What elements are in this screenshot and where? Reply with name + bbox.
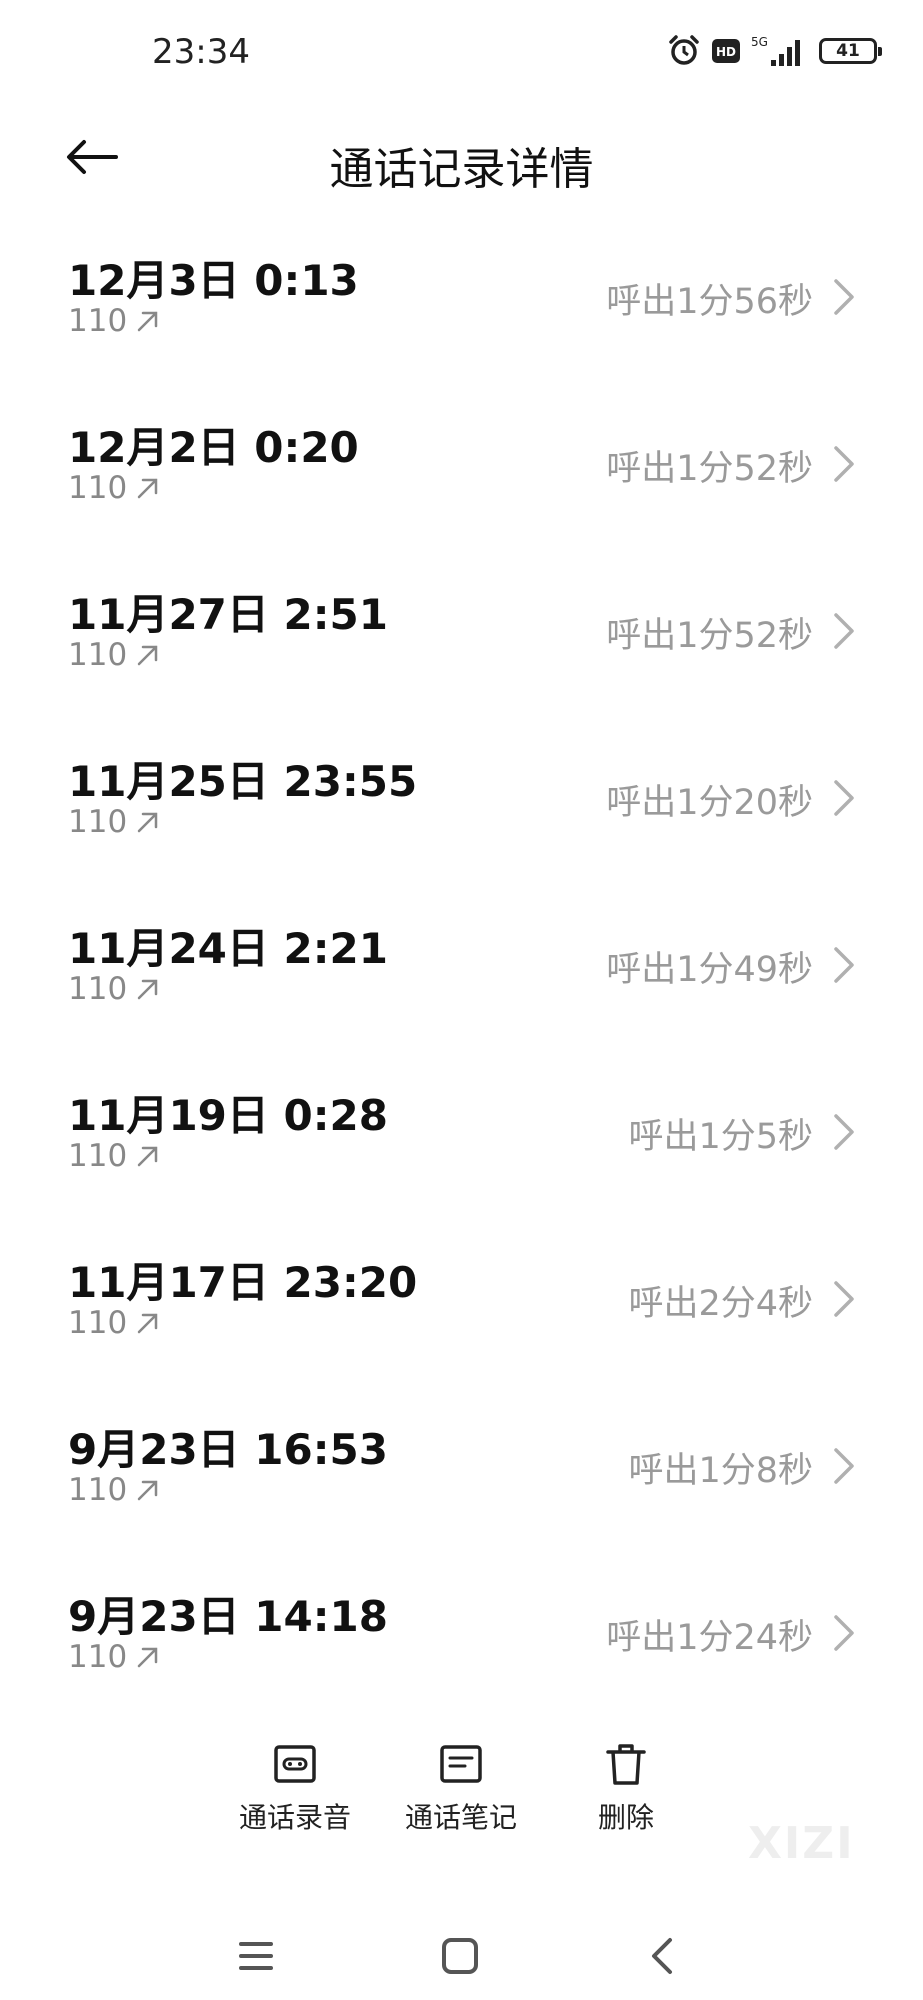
call-number: 110 [68, 1472, 161, 1508]
chevron-right-icon [834, 446, 854, 482]
call-notes-button[interactable]: 通话笔记 [386, 1740, 536, 1836]
outgoing-arrow-icon [137, 311, 158, 332]
outgoing-arrow-icon [137, 645, 158, 666]
status-icons: HD 5G 41 [667, 34, 882, 68]
call-row[interactable]: 12月2日 0:20 110 呼出1分52秒 [0, 392, 923, 559]
call-number-text: 110 [68, 303, 128, 339]
call-number-text: 110 [68, 1138, 128, 1174]
call-date: 11月25日 23:55 [68, 757, 418, 806]
call-number-text: 110 [68, 971, 128, 1007]
call-date: 12月2日 0:20 [68, 423, 359, 472]
call-duration: 呼出1分5秒 [628, 1117, 813, 1157]
call-row[interactable]: 9月23日 16:53 110 呼出1分8秒 [0, 1394, 923, 1561]
outgoing-arrow-icon [137, 812, 158, 833]
watermark: XIZI [748, 1818, 855, 1869]
call-date: 9月23日 14:18 [68, 1592, 388, 1641]
network-label: 5G [751, 35, 768, 49]
home-icon[interactable] [430, 1926, 490, 1986]
call-number-text: 110 [68, 637, 128, 673]
call-number: 110 [68, 804, 161, 840]
chevron-right-icon [834, 1281, 854, 1317]
call-date: 11月19日 0:28 [68, 1091, 388, 1140]
call-row[interactable]: 9月23日 14:18 110 呼出1分24秒 [0, 1561, 923, 1728]
call-row[interactable]: 11月27日 2:51 110 呼出1分52秒 [0, 559, 923, 726]
delete-label: 删除 [597, 1801, 654, 1834]
trash-icon [606, 1744, 646, 1785]
notes-icon [440, 1745, 482, 1783]
call-number: 110 [68, 1138, 161, 1174]
hd-icon: HD [712, 39, 740, 63]
call-row[interactable]: 11月24日 2:21 110 呼出1分49秒 [0, 893, 923, 1060]
outgoing-arrow-icon [137, 979, 158, 1000]
outgoing-arrow-icon [137, 1480, 158, 1501]
call-duration: 呼出1分8秒 [628, 1451, 813, 1491]
status-time: 23:34 [152, 32, 250, 72]
call-number-text: 110 [68, 1639, 128, 1675]
call-duration: 呼出1分56秒 [606, 282, 813, 322]
call-number-text: 110 [68, 1305, 128, 1341]
battery-icon: 41 [819, 38, 882, 64]
chevron-right-icon [834, 780, 854, 816]
hd-label: HD [716, 45, 736, 59]
chevron-right-icon [834, 1448, 854, 1484]
call-duration: 呼出1分20秒 [606, 783, 813, 823]
call-number-text: 110 [68, 470, 128, 506]
chevron-right-icon [834, 1615, 854, 1651]
call-duration: 呼出1分52秒 [606, 449, 813, 489]
delete-button[interactable]: 删除 [551, 1740, 701, 1836]
call-recording-button[interactable]: 通话录音 [220, 1740, 370, 1836]
call-number: 110 [68, 303, 161, 339]
call-row[interactable]: 12月3日 0:13 110 呼出1分56秒 [0, 225, 923, 392]
call-duration: 呼出1分52秒 [606, 616, 813, 656]
5g-signal-icon: 5G [751, 35, 800, 66]
call-number: 110 [68, 971, 161, 1007]
menu-icon[interactable] [226, 1926, 286, 1986]
battery-level: 41 [836, 41, 860, 61]
outgoing-arrow-icon [137, 1647, 158, 1668]
call-number: 110 [68, 1639, 161, 1675]
status-bar: 23:34 HD 5G 41 [0, 0, 923, 105]
chevron-right-icon [834, 1114, 854, 1150]
call-list: 12月3日 0:13 110 呼出1分56秒 12月2日 0:20 110 呼出… [0, 225, 923, 1728]
call-number-text: 110 [68, 804, 128, 840]
call-number: 110 [68, 470, 161, 506]
call-row[interactable]: 11月19日 0:28 110 呼出1分5秒 [0, 1060, 923, 1227]
call-duration: 呼出1分49秒 [606, 950, 813, 990]
call-recording-label: 通话录音 [238, 1801, 351, 1834]
back-icon[interactable] [634, 1926, 694, 1986]
call-row[interactable]: 11月25日 23:55 110 呼出1分20秒 [0, 726, 923, 893]
chevron-right-icon [834, 613, 854, 649]
call-duration: 呼出1分24秒 [606, 1618, 813, 1658]
call-date: 11月24日 2:21 [68, 924, 388, 973]
alarm-icon [669, 35, 699, 65]
call-date: 12月3日 0:13 [68, 256, 359, 305]
chevron-right-icon [834, 947, 854, 983]
call-date: 11月17日 23:20 [68, 1258, 418, 1307]
call-row[interactable]: 11月17日 23:20 110 呼出2分4秒 [0, 1227, 923, 1394]
call-date: 11月27日 2:51 [68, 590, 388, 639]
recording-tape-icon [274, 1745, 316, 1783]
call-number-text: 110 [68, 1472, 128, 1508]
call-number: 110 [68, 1305, 161, 1341]
navigation-bar [0, 1920, 923, 2000]
outgoing-arrow-icon [137, 478, 158, 499]
call-number: 110 [68, 637, 161, 673]
outgoing-arrow-icon [137, 1313, 158, 1334]
call-date: 9月23日 16:53 [68, 1425, 388, 1474]
header: 通话记录详情 [0, 105, 923, 225]
page-title: 通话记录详情 [329, 144, 594, 195]
outgoing-arrow-icon [137, 1146, 158, 1167]
chevron-right-icon [834, 279, 854, 315]
call-duration: 呼出2分4秒 [628, 1284, 813, 1324]
call-notes-label: 通话笔记 [404, 1801, 517, 1834]
